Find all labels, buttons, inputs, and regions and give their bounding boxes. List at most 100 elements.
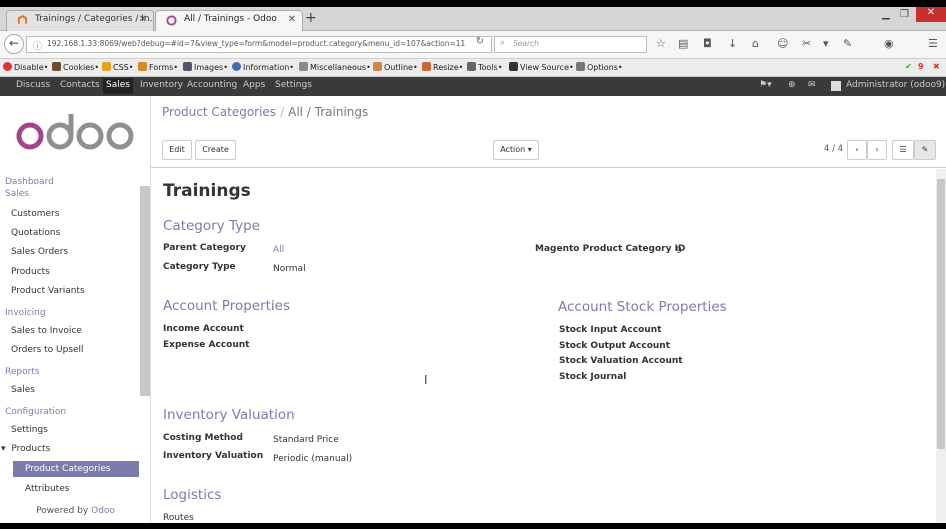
sidebar-item-sales-to-invoice[interactable]: Sales to Invoice [11, 326, 82, 336]
help-icon[interactable]: ⊕ [788, 80, 796, 90]
edit-button[interactable]: Edit [162, 140, 192, 160]
screenshot-icon[interactable]: ✂ [802, 37, 811, 50]
disable-icon [3, 62, 12, 71]
dev-information[interactable]: Information• [232, 62, 294, 72]
outline-icon [373, 62, 382, 71]
powered-by: Powered by Odoo [36, 506, 115, 516]
sidebar-item-product-categories[interactable]: Product Categories [13, 461, 139, 477]
sidebar-item-quotations[interactable]: Quotations [11, 228, 60, 238]
label-stock-valuation-account: Stock Valuation Account [559, 356, 683, 366]
scrollbar-thumb[interactable] [937, 179, 945, 449]
dev-css[interactable]: CSS• [102, 62, 133, 72]
action-dropdown[interactable]: Action ▾ [493, 140, 539, 160]
addon-icon[interactable]: ◉ [884, 37, 894, 50]
home-icon[interactable]: ⌂ [752, 37, 759, 50]
sidebar-item-customers[interactable]: Customers [11, 209, 59, 219]
sidebar-item-products[interactable]: Products [11, 267, 50, 277]
dev-disable[interactable]: Disable• [3, 62, 48, 72]
debug-bug-icon[interactable]: ⚑▾ [759, 80, 772, 90]
dev-forms[interactable]: Forms• [138, 62, 178, 72]
powered-brand[interactable]: Odoo [91, 506, 115, 516]
menu-accounting[interactable]: Accounting [184, 80, 240, 90]
menu-contacts[interactable]: Contacts [57, 80, 103, 90]
star-icon[interactable]: ☆ [656, 37, 666, 50]
section-account-properties: Account Properties [163, 298, 291, 314]
reading-list-icon[interactable]: ▤ [678, 37, 688, 50]
sidebar-item-orders-to-upsell[interactable]: Orders to Upsell [11, 345, 84, 355]
error-count[interactable]: 9 [918, 62, 924, 71]
download-icon[interactable]: ↓ [728, 37, 737, 50]
options-icon [576, 62, 585, 71]
sidebar-item-product-variants[interactable]: Product Variants [11, 286, 85, 296]
section-inventory-valuation: Inventory Valuation [163, 407, 295, 423]
dev-options[interactable]: Options• [576, 62, 623, 72]
label-stock-output-account: Stock Output Account [559, 341, 671, 351]
dev-miscellaneous[interactable]: Miscellaneous• [299, 62, 371, 72]
label-category-type: Category Type [163, 262, 236, 272]
value-costing-method: Standard Price [273, 435, 339, 445]
caret-down-icon: ▾ [1, 444, 9, 454]
messages-icon[interactable]: ✉ [808, 80, 816, 90]
sidebar-item-attributes[interactable]: Attributes [25, 484, 69, 494]
menu-sales[interactable]: Sales [103, 78, 133, 94]
eyedropper-icon[interactable]: ✎ [843, 37, 852, 50]
dev-images[interactable]: Images• [183, 62, 228, 72]
restore-icon[interactable]: ❐ [900, 9, 909, 20]
create-button[interactable]: Create [195, 140, 236, 160]
pocket-icon[interactable]: ◘ [703, 37, 712, 50]
forms-icon [138, 62, 147, 71]
menu-apps[interactable]: Apps [240, 80, 268, 90]
sidebar-head-invoicing: Invoicing [5, 308, 46, 318]
dev-view-source[interactable]: View Source• [509, 62, 574, 72]
sidebar-item-settings[interactable]: Settings [11, 425, 48, 435]
search-input[interactable]: ⌕ Search [494, 36, 647, 53]
value-category-type: Normal [273, 264, 306, 274]
list-view-icon[interactable]: ☰ [892, 140, 914, 160]
search-placeholder: Search [513, 39, 539, 48]
sidebar-head-dashboard[interactable]: Dashboard [5, 177, 54, 187]
minimize-icon[interactable]: ▁ [882, 9, 890, 20]
sidebar-item-config-products[interactable]: ▾ Products [1, 444, 50, 454]
browser-window: Trainings / Categories / In... ✕ All / T… [0, 7, 946, 523]
record-title: Trainings [163, 181, 251, 201]
menu-inventory[interactable]: Inventory [137, 80, 186, 90]
sidebar-item-reports-sales[interactable]: Sales [11, 385, 35, 395]
css-icon [102, 62, 111, 71]
value-magento-category-id: 9 [676, 246, 682, 256]
window-close-icon[interactable]: ✕ [916, 7, 946, 22]
dropdown-icon[interactable]: ▾ [823, 37, 829, 50]
avatar[interactable] [831, 81, 841, 91]
user-menu[interactable]: Administrator (odoo9) [846, 80, 945, 90]
main-scrollbar[interactable] [936, 169, 946, 523]
error-icon[interactable]: ✖ [933, 62, 940, 71]
browser-tab-categories[interactable]: Trainings / Categories / In... ✕ [6, 10, 154, 31]
value-parent-category[interactable]: All [273, 245, 284, 255]
section-logistics: Logistics [163, 487, 222, 503]
dev-resize[interactable]: Resize• [422, 62, 463, 72]
chevron-right-icon[interactable]: › [867, 140, 887, 160]
dev-outline[interactable]: Outline• [373, 62, 418, 72]
chat-icon[interactable]: ☺ [777, 37, 788, 50]
dev-cookies[interactable]: Cookies• [52, 62, 99, 72]
menu-icon[interactable]: ☰ [928, 37, 938, 50]
breadcrumb-product-categories[interactable]: Product Categories [162, 105, 276, 119]
check-icon[interactable]: ✔ [905, 62, 912, 71]
menu-settings[interactable]: Settings [272, 80, 315, 90]
new-tab-icon[interactable]: + [305, 10, 317, 26]
sidebar-scrollbar[interactable] [140, 186, 150, 396]
dev-tools[interactable]: Tools• [467, 62, 502, 72]
form-view-icon[interactable]: ✎ [914, 140, 936, 160]
sidebar-item-sales-orders[interactable]: Sales Orders [11, 247, 68, 257]
tab-close-icon[interactable]: ✕ [139, 14, 147, 25]
menu-discuss[interactable]: Discuss [13, 80, 53, 90]
reload-icon[interactable]: ↻ [470, 36, 490, 53]
breadcrumb-separator: / [280, 105, 285, 119]
info-icon: ⓘ [33, 42, 43, 52]
chevron-left-icon[interactable]: ‹ [847, 140, 867, 160]
url-bar[interactable]: ⓘ 192.168.1.33:8069/web?debug=#id=7&view… [26, 36, 492, 53]
tab-close-icon[interactable]: ✕ [288, 14, 296, 25]
browser-tab-trainings[interactable]: All / Trainings - Odoo ✕ [155, 10, 303, 32]
back-arrow-icon[interactable]: ← [4, 34, 24, 54]
label-routes: Routes [163, 513, 194, 523]
odoo-favicon-icon [166, 15, 177, 26]
